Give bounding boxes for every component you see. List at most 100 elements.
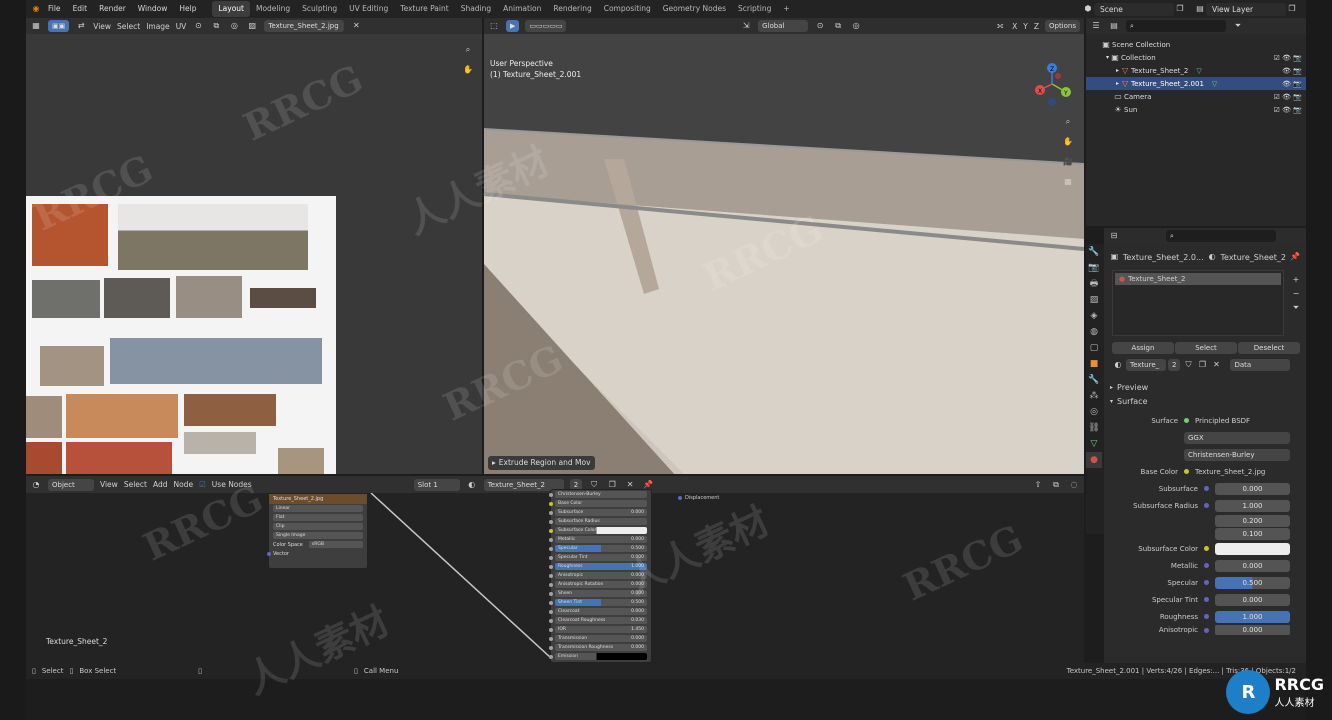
uv-sync-icon[interactable]: ⇄ [75, 20, 87, 32]
tab-sculpting[interactable]: Sculpting [296, 1, 343, 17]
data-tab-icon[interactable]: ▽ [1086, 436, 1102, 452]
input-socket-icon[interactable] [549, 492, 553, 497]
roughness-slider[interactable]: 1.000 [1215, 610, 1290, 623]
bsdf-input-field[interactable]: Roughness 1.000 [555, 563, 647, 570]
input-socket-icon[interactable] [549, 618, 553, 623]
tab-texture-paint[interactable]: Texture Paint [394, 1, 454, 17]
uv-menu-view[interactable]: View [93, 22, 111, 31]
navigation-gizmo[interactable]: Y Z X [1032, 60, 1072, 108]
ortho-grid-icon[interactable]: ▦ [1062, 176, 1074, 188]
subsurface-radius-y[interactable]: 0.200 [1215, 514, 1290, 527]
mirror-icon[interactable]: ⟗ [994, 20, 1006, 32]
physics-tab-icon[interactable]: ◎ [1086, 404, 1102, 420]
input-socket-icon[interactable] [549, 546, 553, 551]
bsdf-input-field[interactable]: Subsurface 0.000 [555, 509, 647, 516]
metallic-field[interactable]: 0.000 [1215, 559, 1290, 572]
input-socket-icon[interactable] [549, 564, 553, 569]
select-button[interactable]: Select [1175, 342, 1237, 354]
properties-search[interactable]: ⌕ [1166, 230, 1276, 242]
pivot-icon[interactable]: ⊙ [192, 20, 204, 32]
node-menu-select[interactable]: Select [124, 480, 147, 489]
modifier-tab-icon[interactable]: 🔧 [1086, 372, 1102, 388]
bsdf-input-field[interactable]: Clearcoat 0.000 [555, 608, 647, 615]
scene-selector[interactable]: Scene [1094, 2, 1174, 16]
outliner-item-camera[interactable]: ▭ Camera ☑ 👁 📷 [1086, 90, 1306, 103]
tab-modeling[interactable]: Modeling [250, 1, 296, 17]
node-menu-node[interactable]: Node [173, 480, 193, 489]
snap-icon[interactable]: ⧉ [832, 20, 844, 32]
input-socket-icon[interactable] [549, 582, 553, 587]
subsurface-method-select[interactable]: Christensen-Burley [1184, 448, 1290, 461]
render-tab-icon[interactable]: 📷 [1086, 260, 1102, 276]
input-socket-icon[interactable] [549, 519, 553, 524]
outliner-item-sun[interactable]: ☀ Sun ☑ 👁 📷 [1086, 103, 1306, 116]
surface-section[interactable]: ▾ Surface [1104, 394, 1306, 408]
visibility-toggles[interactable]: 👁 📷 [1282, 80, 1302, 88]
input-socket-icon[interactable] [549, 627, 553, 632]
scene-icon[interactable]: ⬢ [1082, 3, 1094, 15]
tab-uv-editing[interactable]: UV Editing [343, 1, 394, 17]
image-name-field[interactable]: Texture_Sheet_2.jpg [264, 20, 345, 32]
tab-compositing[interactable]: Compositing [598, 1, 657, 17]
menu-help[interactable]: Help [173, 0, 202, 18]
uv-menu-uv[interactable]: UV [176, 22, 187, 31]
snap-icon[interactable]: ⧉ [210, 20, 222, 32]
mode-tools[interactable]: ▭▭▭▭▭ [525, 20, 567, 32]
node-editor[interactable]: Texture_Sheet_2.jpg Linear Flat Clip Sin… [26, 489, 1084, 663]
outliner-item-scene-collection[interactable]: ▣ Scene Collection [1086, 38, 1306, 51]
fake-user-icon[interactable]: ⛉ [1182, 359, 1194, 371]
image-texture-node[interactable]: Texture_Sheet_2.jpg Linear Flat Clip Sin… [267, 493, 368, 569]
bsdf-input-field[interactable]: Transmission 0.000 [555, 635, 647, 642]
mirror-y[interactable]: Y [1023, 22, 1028, 31]
uv-menu-image[interactable]: Image [146, 22, 170, 31]
input-socket-icon[interactable] [549, 645, 553, 650]
bsdf-input-field[interactable]: Subsurface Color [555, 527, 647, 534]
use-nodes-checkbox[interactable]: ☑ [199, 480, 206, 489]
assign-button[interactable]: Assign [1112, 342, 1174, 354]
surface-shader-field[interactable]: Principled BSDF [1195, 417, 1250, 425]
editor-type-icon[interactable]: ◔ [30, 479, 42, 491]
subsurface-color-swatch[interactable] [1215, 542, 1290, 555]
link-select[interactable]: Data [1230, 359, 1291, 371]
bsdf-input-field[interactable]: Sheen 0.000 [555, 590, 647, 597]
scene-browse-icon[interactable]: ❐ [1174, 3, 1186, 15]
unlink-icon[interactable]: ✕ [1210, 359, 1222, 371]
operator-panel[interactable]: ▸ Extrude Region and Mov [488, 456, 595, 470]
visibility-toggles[interactable]: 👁 📷 [1282, 67, 1302, 75]
bsdf-input-field[interactable]: Sheen Tint 0.500 [555, 599, 647, 606]
blender-logo-icon[interactable]: ◉ [30, 3, 42, 15]
select-box-tool[interactable]: ▶ [506, 20, 520, 32]
tool-tab-icon[interactable]: 🔧 [1086, 244, 1102, 260]
outliner-item-collection[interactable]: ▾ ▣ Collection ☑ 👁 📷 [1086, 51, 1306, 64]
shader-type-select[interactable]: Object [48, 478, 94, 491]
add-slot-button[interactable]: + [1290, 274, 1302, 286]
collection-tab-icon[interactable]: ▢ [1086, 340, 1102, 356]
pin-icon[interactable]: 📌 [1290, 251, 1300, 263]
bsdf-input-field[interactable]: Clearcoat Roughness 0.030 [555, 617, 647, 624]
deselect-button[interactable]: Deselect [1238, 342, 1300, 354]
display-mode-icon[interactable]: ▤ [1108, 20, 1120, 32]
uv-menu-select[interactable]: Select [117, 22, 140, 31]
slot-menu-button[interactable]: ⏷ [1290, 302, 1302, 314]
filter-icon[interactable]: ⏷ [1232, 20, 1244, 32]
principled-bsdf-node[interactable]: Christensen-Burley Base Color Subsurface 0.… [549, 489, 652, 663]
remove-slot-button[interactable]: − [1290, 288, 1302, 300]
material-browse-icon[interactable]: ◐ [1112, 359, 1124, 371]
material-browse-icon[interactable]: ◐ [466, 479, 478, 491]
input-socket-icon[interactable] [549, 555, 553, 560]
menu-file[interactable]: File [42, 0, 67, 18]
transform-orientation-select[interactable]: Global [758, 20, 809, 32]
view-layer-icon[interactable]: ▤ [1194, 3, 1206, 15]
tab-layout[interactable]: Layout [212, 1, 250, 17]
world-tab-icon[interactable]: ◍ [1086, 324, 1102, 340]
properties-editor-icon[interactable]: ⊟ [1108, 230, 1120, 242]
view-layer-tab-icon[interactable]: ▨ [1086, 292, 1102, 308]
bsdf-input-field[interactable]: Anisotropic Rotation 0.000 [555, 581, 647, 588]
add-workspace-button[interactable]: + [777, 1, 795, 17]
input-socket-icon[interactable] [549, 591, 553, 596]
input-socket-icon[interactable] [549, 600, 553, 605]
image-browse-icon[interactable]: ▨ [246, 20, 258, 32]
extension-select[interactable]: Clip [273, 523, 363, 530]
input-socket-icon[interactable] [549, 510, 553, 515]
node-menu-view[interactable]: View [100, 480, 118, 489]
